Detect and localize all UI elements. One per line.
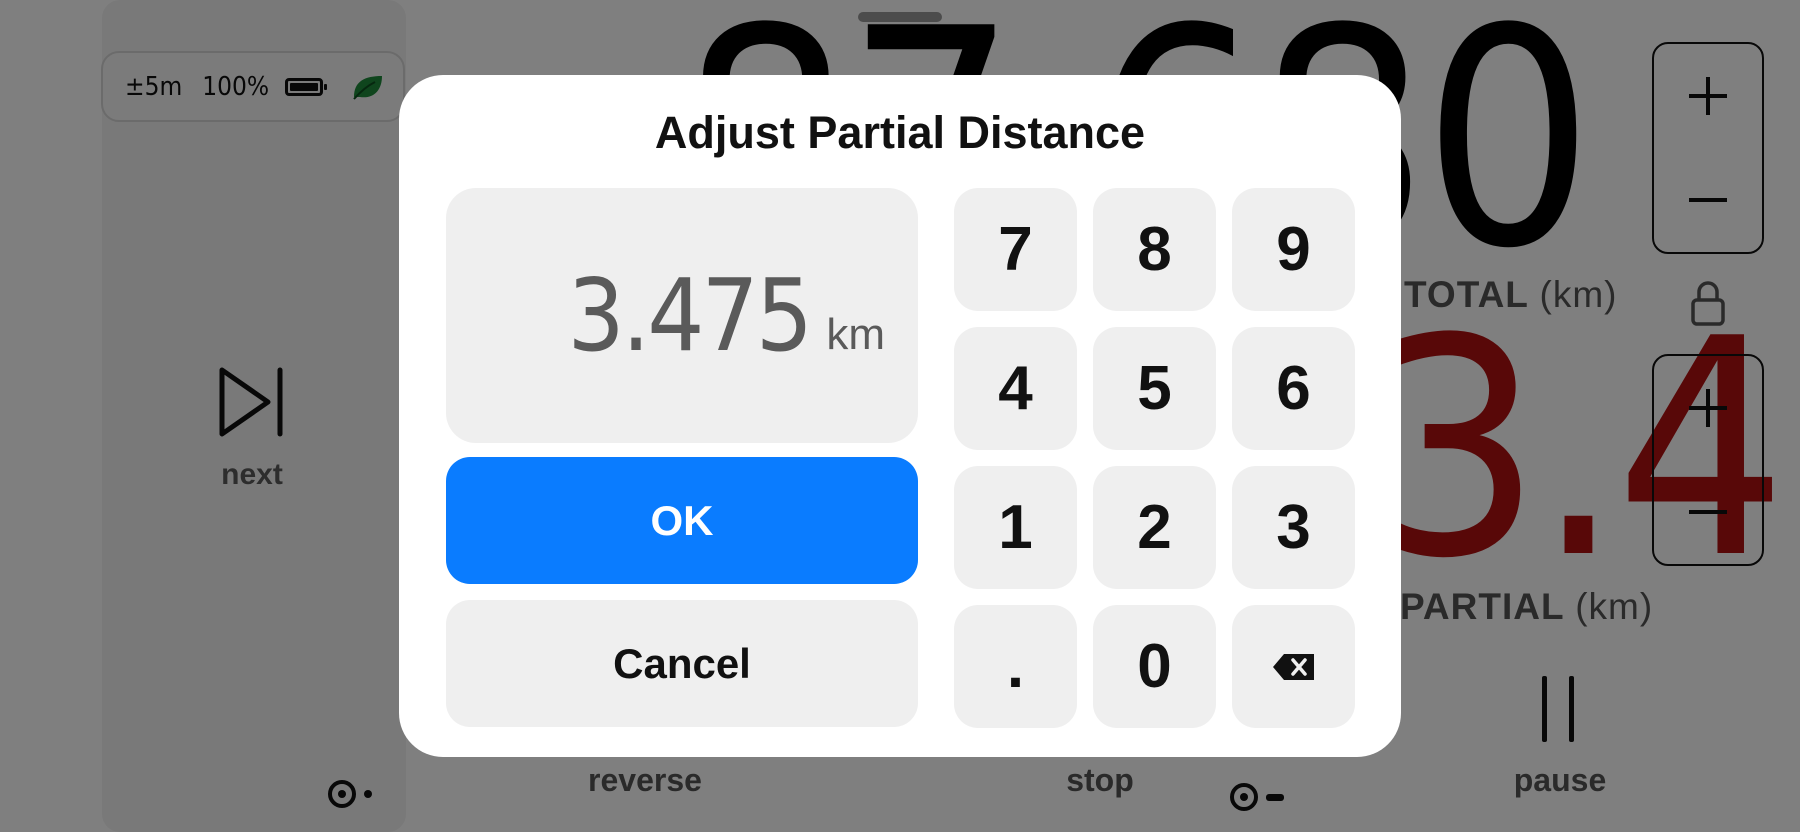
key-4[interactable]: 4	[954, 327, 1077, 450]
key-7[interactable]: 7	[954, 188, 1077, 311]
key-5[interactable]: 5	[1093, 327, 1216, 450]
distance-value: 3.475	[567, 257, 813, 374]
key-decimal[interactable]: .	[954, 605, 1077, 728]
cancel-button[interactable]: Cancel	[446, 600, 918, 727]
numeric-keypad: 7 8 9 4 5 6 1 2 3 . 0	[954, 188, 1355, 728]
key-2[interactable]: 2	[1093, 466, 1216, 589]
adjust-distance-dialog: Adjust Partial Distance 3.475 km OK Canc…	[399, 75, 1401, 757]
ok-button[interactable]: OK	[446, 457, 918, 584]
backspace-icon	[1272, 653, 1314, 680]
backspace-key[interactable]	[1232, 605, 1355, 728]
distance-value-display: 3.475 km	[446, 188, 918, 443]
key-0[interactable]: 0	[1093, 605, 1216, 728]
distance-unit: km	[826, 310, 885, 359]
key-9[interactable]: 9	[1232, 188, 1355, 311]
key-8[interactable]: 8	[1093, 188, 1216, 311]
dialog-title: Adjust Partial Distance	[654, 107, 1146, 158]
key-1[interactable]: 1	[954, 466, 1077, 589]
key-3[interactable]: 3	[1232, 466, 1355, 589]
key-6[interactable]: 6	[1232, 327, 1355, 450]
